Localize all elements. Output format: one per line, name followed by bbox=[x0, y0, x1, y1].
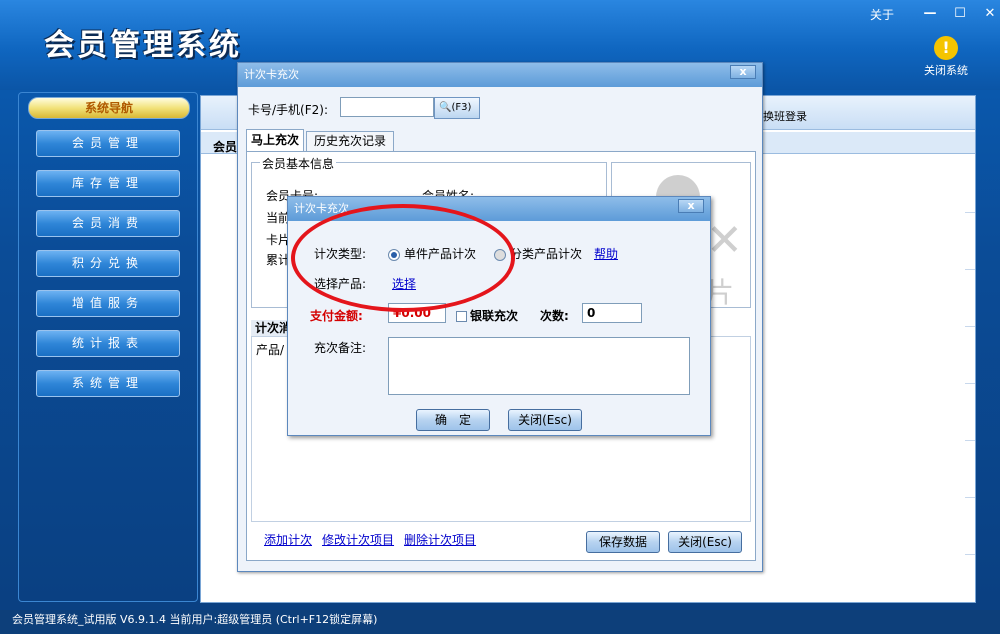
tab-recharge-now[interactable]: 马上充次 bbox=[246, 129, 304, 151]
recharge-dialog-title: 计次卡充次 bbox=[244, 68, 299, 81]
close-system-button[interactable]: ! 关闭系统 bbox=[924, 36, 968, 78]
count-label: 次数: bbox=[540, 309, 569, 323]
close-window-button[interactable]: ✕ bbox=[980, 6, 1000, 23]
nav-item-value-added[interactable]: 增值服务 bbox=[36, 290, 180, 317]
photo-x-icon: ✕ bbox=[706, 215, 743, 266]
unionpay-checkbox[interactable]: 银联充次 bbox=[456, 307, 518, 324]
close-system-label: 关闭系统 bbox=[924, 64, 968, 77]
card-number-input[interactable] bbox=[340, 97, 434, 117]
nav-item-points-exchange[interactable]: 积分兑换 bbox=[36, 250, 180, 277]
grid-header-product: 产品/ bbox=[256, 343, 285, 357]
app-title: 会员管理系统 bbox=[44, 28, 242, 63]
nav-item-inventory[interactable]: 库存管理 bbox=[36, 170, 180, 197]
warning-icon: ! bbox=[934, 36, 958, 60]
save-data-button[interactable]: 保存数据 bbox=[586, 531, 660, 553]
pay-amount-label: 支付金额: bbox=[310, 309, 363, 323]
card-search-label: (F3) bbox=[451, 102, 472, 113]
item-links: 添加计次 修改计次项目 删除计次项目 bbox=[264, 531, 476, 548]
nav-item-member-management[interactable]: 会员管理 bbox=[36, 130, 180, 157]
member-info-title: 会员基本信息 bbox=[260, 155, 337, 172]
nav-header: 系统导航 bbox=[28, 97, 190, 119]
content-tab-member[interactable]: 会员 bbox=[213, 138, 237, 155]
tab-history[interactable]: 历史充次记录 bbox=[306, 131, 394, 151]
recharge-dialog-titlebar: 计次卡充次 x bbox=[238, 63, 762, 87]
status-bar: 会员管理系统_试用版 V6.9.1.4 当前用户:超级管理员 (Ctrl+F12… bbox=[0, 610, 1000, 634]
unionpay-label: 银联充次 bbox=[470, 309, 519, 323]
nav-item-member-consumption[interactable]: 会员消费 bbox=[36, 210, 180, 237]
window-controls: 关于 — ☐ ✕ bbox=[870, 6, 1000, 23]
minimize-button[interactable]: — bbox=[920, 6, 940, 23]
nav-item-system[interactable]: 系统管理 bbox=[36, 370, 180, 397]
note-label: 充次备注: bbox=[314, 341, 367, 355]
edit-count-link[interactable]: 修改计次项目 bbox=[322, 531, 394, 548]
category-product-label: 分类产品计次 bbox=[510, 247, 583, 261]
count-type-dialog-close-button[interactable]: x bbox=[678, 199, 704, 213]
card-number-label: 卡号/手机(F2): bbox=[248, 103, 328, 117]
grid-lines bbox=[965, 156, 975, 596]
recharge-close-button[interactable]: 关闭(Esc) bbox=[668, 531, 742, 553]
note-textarea[interactable] bbox=[388, 337, 690, 395]
count-input[interactable]: 0 bbox=[582, 303, 642, 323]
search-icon: 🔍 bbox=[439, 102, 452, 113]
nav-item-reports[interactable]: 统计报表 bbox=[36, 330, 180, 357]
switch-login-button[interactable]: 换班登录 bbox=[763, 108, 807, 124]
recharge-dialog-close-button[interactable]: x bbox=[730, 65, 756, 79]
count-type-close-button[interactable]: 关闭(Esc) bbox=[508, 409, 582, 431]
help-link[interactable]: 帮助 bbox=[594, 245, 618, 262]
checkbox-icon bbox=[456, 311, 467, 322]
maximize-button[interactable]: ☐ bbox=[950, 6, 970, 23]
add-count-link[interactable]: 添加计次 bbox=[264, 531, 312, 548]
annotation-ellipse bbox=[291, 204, 515, 312]
about-link[interactable]: 关于 bbox=[870, 6, 894, 23]
card-search-button[interactable]: 🔍(F3) bbox=[434, 97, 480, 119]
confirm-button[interactable]: 确 定 bbox=[416, 409, 490, 431]
delete-count-link[interactable]: 删除计次项目 bbox=[404, 531, 476, 548]
